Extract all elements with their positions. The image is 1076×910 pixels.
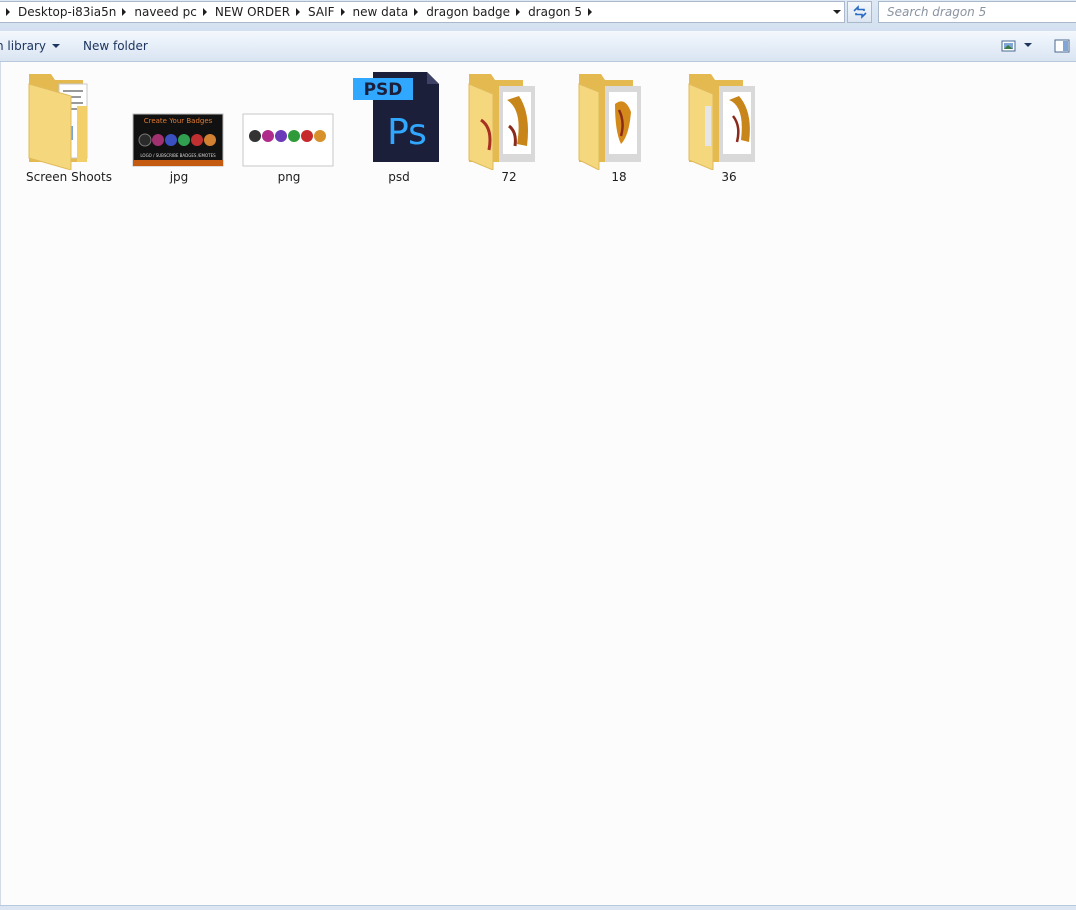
preview-pane-icon[interactable] [1054, 39, 1070, 53]
file-item-label: 18 [611, 170, 627, 184]
breadcrumb-item-current[interactable]: dragon 5 [528, 2, 600, 22]
file-item-label: Screen Shoots [26, 170, 112, 184]
file-item-folder[interactable]: Screen Shoots [19, 66, 119, 186]
file-list-area[interactable]: Screen Shoots Create Your Badges LOGO / … [0, 62, 1076, 906]
chevron-right-icon[interactable] [516, 8, 521, 16]
photoshop-file-icon: PSD Ps [349, 66, 449, 170]
status-bar-edge [0, 905, 1076, 910]
search-input[interactable] [878, 1, 1076, 23]
file-item-label: psd [388, 170, 410, 184]
include-in-library-button[interactable]: n library [0, 38, 61, 54]
breadcrumb-item[interactable]: SAIF [308, 2, 353, 22]
folder-icon [19, 66, 119, 170]
chevron-right-icon[interactable] [296, 8, 301, 16]
file-item-image[interactable]: png [239, 66, 339, 186]
chevron-right-icon[interactable] [587, 8, 592, 16]
file-item-folder[interactable]: 18 [569, 66, 669, 186]
thumb-subtitle-text: LOGO / SUBSCRIBE BADGES /EMOTES [140, 153, 216, 158]
breadcrumb-item[interactable]: Desktop-i83ia5n [18, 2, 134, 22]
thumb-title-text: Create Your Badges [144, 117, 213, 125]
change-view-icon[interactable] [1001, 39, 1017, 53]
ps-logo-text: Ps [387, 112, 427, 153]
chevron-right-icon[interactable] [122, 8, 127, 16]
file-item-label: 36 [721, 170, 737, 184]
breadcrumb-item[interactable]: dragon badge [426, 2, 528, 22]
breadcrumb-item[interactable]: naveed pc [134, 2, 214, 22]
chevron-right-icon[interactable] [202, 8, 207, 16]
folder-icon [459, 66, 559, 170]
breadcrumb-item[interactable]: new data [353, 2, 427, 22]
chevron-down-icon [833, 10, 841, 14]
view-options-dropdown[interactable] [1024, 43, 1032, 47]
chevron-right-icon[interactable] [340, 8, 345, 16]
breadcrumb-root[interactable] [0, 2, 18, 22]
command-toolbar: n library New folder [0, 31, 1076, 62]
folder-icon [679, 66, 779, 170]
file-item-folder[interactable]: 72 [459, 66, 559, 186]
file-item-label: png [277, 170, 301, 184]
image-thumbnail: Create Your Badges LOGO / SUBSCRIBE BADG… [129, 66, 229, 170]
address-bar-row: Desktop-i83ia5n naveed pc NEW ORDER SAIF… [0, 0, 1076, 32]
refresh-icon [852, 5, 867, 19]
file-item-folder[interactable]: 36 [679, 66, 779, 186]
psd-badge-text: PSD [364, 80, 403, 100]
file-item-psd[interactable]: PSD Ps psd [349, 66, 449, 186]
chevron-right-icon[interactable] [6, 8, 10, 16]
chevron-right-icon[interactable] [414, 8, 419, 16]
file-item-image[interactable]: Create Your Badges LOGO / SUBSCRIBE BADG… [129, 66, 229, 186]
refresh-button[interactable] [847, 1, 872, 23]
file-item-label: jpg [169, 170, 189, 184]
breadcrumb-item[interactable]: NEW ORDER [215, 2, 308, 22]
file-item-label: 72 [501, 170, 517, 184]
image-thumbnail [239, 66, 339, 170]
address-history-dropdown[interactable] [829, 4, 845, 20]
new-folder-button[interactable]: New folder [83, 38, 148, 54]
chevron-down-icon [52, 44, 61, 48]
address-bar[interactable]: Desktop-i83ia5n naveed pc NEW ORDER SAIF… [0, 1, 845, 23]
folder-icon [569, 66, 669, 170]
